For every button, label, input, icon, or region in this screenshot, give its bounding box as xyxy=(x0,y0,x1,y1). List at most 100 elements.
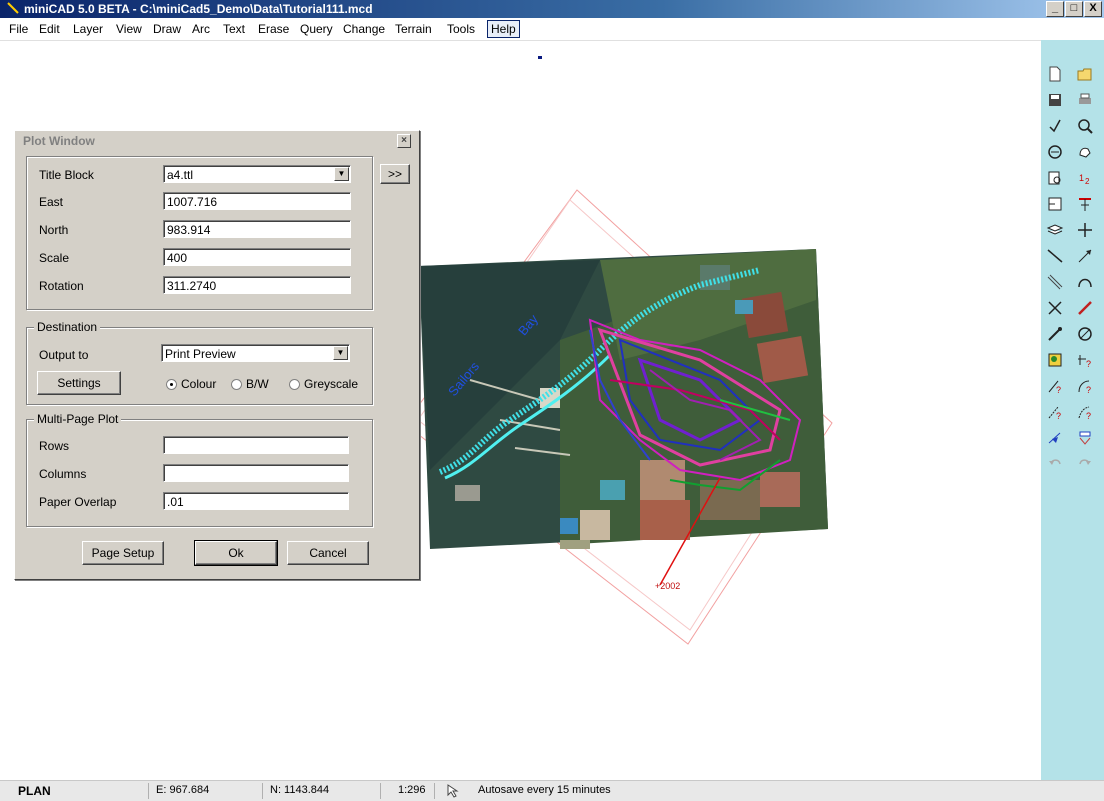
edit-pen-icon[interactable] xyxy=(1043,322,1067,346)
menu-arc[interactable]: Arc xyxy=(189,21,213,37)
svg-text:1: 1 xyxy=(1079,173,1084,183)
svg-text:?: ? xyxy=(1086,359,1091,369)
map-point-label: +2002 xyxy=(655,581,680,591)
menu-view[interactable]: View xyxy=(113,21,145,37)
menu-query[interactable]: Query xyxy=(297,21,336,37)
east-field[interactable]: 1007.716 xyxy=(163,192,351,210)
cursor-snap-icon xyxy=(447,784,459,798)
layer-toggle-icon[interactable] xyxy=(1073,192,1097,216)
north-field[interactable]: 983.914 xyxy=(163,220,351,238)
erase-x-icon[interactable] xyxy=(1043,296,1067,320)
menu-change[interactable]: Change xyxy=(340,21,388,37)
menu-bar: File Edit Layer View Draw Arc Text Erase… xyxy=(0,18,1104,41)
columns-field[interactable] xyxy=(163,464,349,482)
new-file-icon[interactable] xyxy=(1043,62,1067,86)
ok-button[interactable]: Ok xyxy=(194,540,278,566)
plot-window-titlebar[interactable]: Plot Window × xyxy=(17,133,415,149)
autosave-status: Autosave every 15 minutes xyxy=(478,784,611,796)
minimize-button[interactable]: _ xyxy=(1046,1,1064,17)
query-slope-icon[interactable]: ? xyxy=(1043,374,1067,398)
page-setup-button[interactable]: Page Setup xyxy=(82,541,164,565)
columns-label: Columns xyxy=(39,467,87,481)
view-mode-status: PLAN xyxy=(18,784,51,798)
maximize-button[interactable]: □ xyxy=(1065,1,1083,17)
query-arc-icon[interactable]: ? xyxy=(1073,374,1097,398)
plot-window-dialog: Plot Window × Title Block a4.ttl ▼ >> Ea… xyxy=(14,130,420,580)
menu-edit[interactable]: Edit xyxy=(36,21,63,37)
status-bar: PLAN E: 967.684 N: 1143.844 1:296 Autosa… xyxy=(0,780,1104,801)
expand-button[interactable]: >> xyxy=(380,164,410,184)
line-icon[interactable] xyxy=(1043,244,1067,268)
destination-group-label: Destination xyxy=(34,320,101,334)
title-block-select[interactable]: a4.ttl ▼ xyxy=(163,165,351,183)
paper-overlap-label: Paper Overlap xyxy=(39,495,117,509)
zoom-icon[interactable] xyxy=(1073,114,1097,138)
chevron-down-icon[interactable]: ▼ xyxy=(333,346,348,360)
svg-text:?: ? xyxy=(1056,411,1061,421)
chevron-down-icon[interactable]: ▼ xyxy=(334,167,349,181)
query-angle-icon[interactable]: ? xyxy=(1043,400,1067,424)
open-folder-icon[interactable] xyxy=(1073,62,1097,86)
title-bar: miniCAD 5.0 BETA - C:\miniCad5_Demo\Data… xyxy=(0,0,1104,18)
rotation-label: Rotation xyxy=(39,279,84,293)
print-icon[interactable] xyxy=(1073,88,1097,112)
menu-erase[interactable]: Erase xyxy=(255,21,292,37)
cross-icon[interactable] xyxy=(1073,218,1097,242)
point-number-icon[interactable]: 12 xyxy=(1073,166,1097,190)
zoom-extents-icon[interactable] xyxy=(1043,140,1067,164)
menu-terrain[interactable]: Terrain xyxy=(392,21,435,37)
pan-icon[interactable] xyxy=(1073,140,1097,164)
radio-icon[interactable] xyxy=(289,378,300,390)
double-line-icon[interactable] xyxy=(1043,270,1067,294)
scale-label: Scale xyxy=(39,251,70,265)
east-coordinate-status: E: 967.684 xyxy=(156,784,210,796)
title-block-label: Title Block xyxy=(39,168,94,182)
circle-icon[interactable] xyxy=(1073,322,1097,346)
cancel-button[interactable]: Cancel xyxy=(287,541,369,565)
plot-window-close-button[interactable]: × xyxy=(397,134,411,148)
query-arc2-icon[interactable]: ? xyxy=(1073,400,1097,424)
svg-text:?: ? xyxy=(1086,385,1091,395)
menu-draw[interactable]: Draw xyxy=(150,21,184,37)
menu-layer[interactable]: Layer xyxy=(70,21,106,37)
undo-icon[interactable] xyxy=(1043,452,1067,476)
paper-overlap-field[interactable]: .01 xyxy=(163,492,349,510)
menu-help[interactable]: Help xyxy=(487,20,520,38)
rotation-field[interactable]: 311.2740 xyxy=(163,276,351,294)
greyscale-radio[interactable]: Greyscale xyxy=(289,377,358,391)
menu-tools[interactable]: Tools xyxy=(444,21,478,37)
check-icon[interactable] xyxy=(1043,114,1067,138)
query-point-icon[interactable]: ? xyxy=(1073,348,1097,372)
svg-text:?: ? xyxy=(1056,385,1061,395)
close-button[interactable]: X xyxy=(1084,1,1102,17)
svg-text:2: 2 xyxy=(1085,177,1090,186)
arrow-line-icon[interactable] xyxy=(1073,244,1097,268)
bw-radio[interactable]: B/W xyxy=(231,377,269,391)
north-label: North xyxy=(39,223,69,237)
settings-button[interactable]: Settings xyxy=(37,371,121,395)
north-coordinate-status: N: 1143.844 xyxy=(270,784,330,796)
scale-status: 1:296 xyxy=(398,784,426,796)
colour-radio[interactable]: Colour xyxy=(166,377,216,391)
east-label: East xyxy=(39,195,64,209)
menu-text[interactable]: Text xyxy=(220,21,248,37)
window-title: miniCAD 5.0 BETA - C:\miniCad5_Demo\Data… xyxy=(24,2,373,16)
arc-icon[interactable] xyxy=(1073,270,1097,294)
snap-point-icon[interactable] xyxy=(1073,426,1097,450)
output-to-select[interactable]: Print Preview ▼ xyxy=(161,344,350,362)
radio-icon[interactable] xyxy=(231,378,242,390)
query-icon[interactable] xyxy=(1043,348,1067,372)
layers-icon[interactable] xyxy=(1043,218,1067,242)
radio-selected-icon[interactable] xyxy=(166,378,177,390)
snap-icon[interactable] xyxy=(1043,426,1067,450)
rows-field[interactable] xyxy=(163,436,349,454)
aerial-photo xyxy=(419,249,828,549)
save-icon[interactable] xyxy=(1043,88,1067,112)
output-to-label: Output to xyxy=(39,348,89,362)
scale-field[interactable]: 400 xyxy=(163,248,351,266)
window-icon[interactable] xyxy=(1043,192,1067,216)
pencil-icon[interactable] xyxy=(1073,296,1097,320)
menu-file[interactable]: File xyxy=(6,21,31,37)
redo-icon[interactable] xyxy=(1073,452,1097,476)
print-preview-icon[interactable] xyxy=(1043,166,1067,190)
